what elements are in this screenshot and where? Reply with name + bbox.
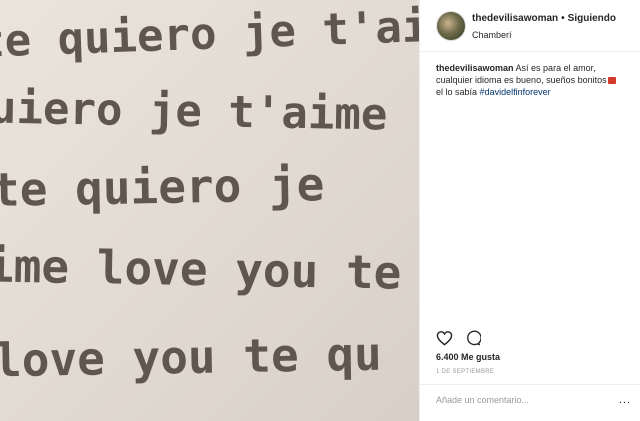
follow-status-button[interactable]: Siguiendo (568, 13, 616, 24)
hashtag-link[interactable]: #davidelfinforever (480, 87, 551, 97)
post-viewer: te quiero je t'aime uiero je t'aime te q… (0, 0, 640, 421)
photo-text-line: uiero je t'aime (0, 82, 388, 141)
location-link[interactable]: Chamberí (472, 30, 512, 40)
separator-dot: • (561, 13, 565, 24)
post-caption: thedevilisawoman Así es para el amor, cu… (436, 62, 632, 98)
post-author-line: thedevilisawoman • Siguiendo (472, 13, 616, 24)
comment-bar: ... (420, 384, 640, 421)
username-link[interactable]: thedevilisawoman (472, 13, 558, 24)
photo-text-line: ime love you te (0, 238, 402, 300)
comment-bubble-icon[interactable] (465, 330, 481, 346)
likes-count[interactable]: 6.400 Me gusta (436, 352, 500, 362)
post-photo[interactable]: te quiero je t'aime uiero je t'aime te q… (0, 0, 419, 421)
heart-icon[interactable] (436, 330, 453, 346)
post-header: thedevilisawoman • Siguiendo Chamberí (420, 0, 640, 52)
emoji-icon (607, 77, 616, 85)
photo-text-line: love you te qu (0, 326, 383, 388)
avatar[interactable] (436, 11, 466, 41)
comment-input[interactable] (436, 395, 606, 405)
post-side-panel: thedevilisawoman • Siguiendo Chamberí thed… (419, 0, 640, 421)
caption-username-link[interactable]: thedevilisawoman (436, 63, 514, 73)
photo-text-line: te quiero je (0, 157, 325, 217)
caption-text-2: el lo sabía (436, 87, 478, 97)
photo-text-line: te quiero je t'aime (0, 0, 419, 68)
more-options-button[interactable]: ... (619, 394, 631, 406)
post-date: 1 DE SEPTIEMBRE (436, 369, 495, 375)
